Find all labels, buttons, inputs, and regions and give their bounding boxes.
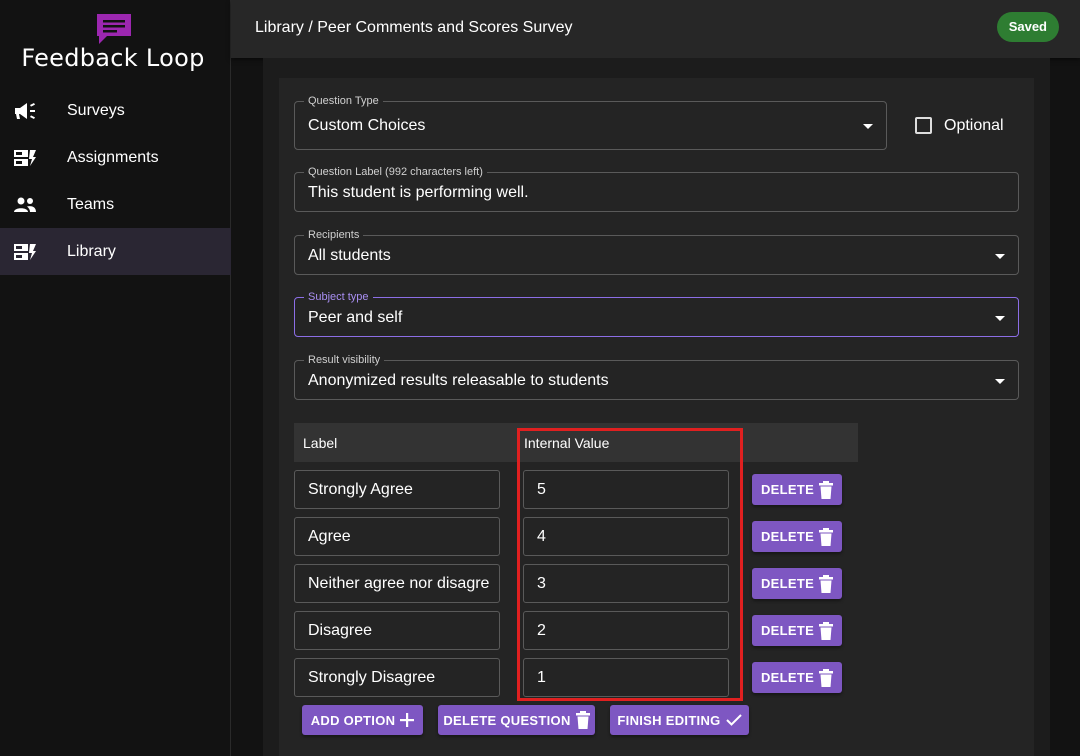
megaphone-icon bbox=[15, 103, 35, 119]
dropdown-arrow-icon bbox=[995, 316, 1005, 321]
field-legend: Question Label (992 characters left) bbox=[304, 165, 487, 179]
field-value: Peer and self bbox=[308, 309, 403, 326]
button-label: DELETE bbox=[760, 529, 815, 544]
trash-icon bbox=[819, 668, 834, 687]
field-legend: Subject type bbox=[304, 290, 373, 304]
sidebar-item-teams[interactable]: Teams bbox=[0, 181, 231, 228]
top-bar: Library / Peer Comments and Scores Surve… bbox=[231, 0, 1080, 58]
button-label: DELETE bbox=[760, 482, 815, 497]
button-label: DELETE bbox=[760, 576, 815, 591]
button-label: ADD OPTION bbox=[310, 712, 396, 728]
button-label: FINISH EDITING bbox=[617, 712, 721, 728]
option-label-input[interactable]: Neither agree nor disagre bbox=[294, 564, 500, 603]
field-legend: Question Type bbox=[304, 94, 383, 108]
app-title: Feedback Loop bbox=[21, 44, 205, 72]
highlight-box bbox=[517, 428, 743, 701]
button-label: DELETE bbox=[760, 623, 815, 638]
option-label-input[interactable]: Agree bbox=[294, 517, 500, 556]
delete-question-button[interactable]: DELETE QUESTION bbox=[438, 705, 595, 735]
recipients-select[interactable]: Recipients All students bbox=[294, 228, 1019, 275]
field-value: Custom Choices bbox=[308, 117, 426, 134]
option-label-input[interactable]: Strongly Agree bbox=[294, 470, 500, 509]
delete-option-button[interactable]: DELETE bbox=[752, 615, 842, 646]
option-label-text: Strongly Agree bbox=[308, 481, 413, 498]
option-label-text: Agree bbox=[308, 528, 351, 545]
sidebar-item-label: Assignments bbox=[67, 148, 159, 166]
sidebar-item-surveys[interactable]: Surveys bbox=[0, 87, 231, 134]
assignment-icon bbox=[14, 150, 36, 166]
field-legend: Recipients bbox=[304, 228, 364, 242]
optional-label: Optional bbox=[944, 117, 1004, 134]
field-legend: Result visibility bbox=[304, 353, 385, 367]
delete-option-button[interactable]: DELETE bbox=[752, 521, 842, 552]
field-value: This student is performing well. bbox=[308, 184, 529, 201]
delete-option-button[interactable]: DELETE bbox=[752, 568, 842, 599]
sidebar-item-label: Library bbox=[67, 242, 116, 260]
option-label-input[interactable]: Disagree bbox=[294, 611, 500, 650]
library-icon bbox=[14, 244, 36, 260]
option-label-input[interactable]: Strongly Disagree bbox=[294, 658, 500, 697]
trash-icon bbox=[575, 711, 590, 729]
trash-icon bbox=[819, 574, 834, 593]
option-label-text: Disagree bbox=[308, 622, 373, 639]
status-badge: Saved bbox=[996, 12, 1059, 42]
button-label: DELETE bbox=[760, 670, 815, 685]
delete-option-button[interactable]: DELETE bbox=[752, 474, 842, 505]
sidebar-item-label: Surveys bbox=[67, 101, 125, 119]
dropdown-arrow-icon bbox=[995, 379, 1005, 384]
option-label-text: Neither agree nor disagre bbox=[308, 575, 490, 592]
result-visibility-select[interactable]: Result visibility Anonymized results rel… bbox=[294, 353, 1019, 400]
field-value: All students bbox=[308, 247, 391, 264]
plus-icon bbox=[400, 713, 415, 727]
trash-icon bbox=[819, 621, 834, 640]
trash-icon bbox=[819, 527, 834, 546]
breadcrumb: Library / Peer Comments and Scores Surve… bbox=[255, 19, 573, 36]
people-icon bbox=[14, 197, 36, 212]
option-label-text: Strongly Disagree bbox=[308, 669, 436, 686]
optional-checkbox[interactable] bbox=[915, 117, 932, 134]
checkmark-icon bbox=[725, 714, 742, 726]
sidebar-item-label: Teams bbox=[67, 195, 115, 213]
field-value: Anonymized results releasable to student… bbox=[308, 372, 609, 389]
column-header-label: Label bbox=[303, 435, 338, 451]
finish-editing-button[interactable]: FINISH EDITING bbox=[610, 705, 749, 735]
add-option-button[interactable]: ADD OPTION bbox=[302, 705, 423, 735]
sidebar-item-library[interactable]: Library bbox=[0, 228, 231, 275]
subject-type-select[interactable]: Subject type Peer and self bbox=[294, 290, 1019, 337]
question-type-select[interactable]: Question Type Custom Choices bbox=[294, 94, 887, 150]
chat-bubble-icon bbox=[97, 14, 131, 44]
button-label: DELETE QUESTION bbox=[443, 712, 571, 728]
delete-option-button[interactable]: DELETE bbox=[752, 662, 842, 693]
trash-icon bbox=[819, 480, 834, 499]
sidebar-item-assignments[interactable]: Assignments bbox=[0, 134, 231, 181]
dropdown-arrow-icon bbox=[863, 124, 873, 129]
dropdown-arrow-icon bbox=[995, 254, 1005, 259]
sidebar: Feedback Loop Surveys Assignments Teams bbox=[0, 0, 231, 756]
question-label-field[interactable]: Question Label (992 characters left) Thi… bbox=[294, 165, 1019, 212]
